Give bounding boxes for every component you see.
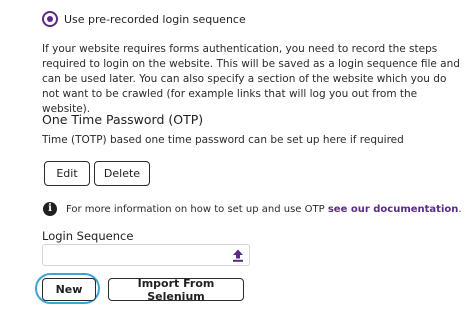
login-sequence-file-field[interactable] xyxy=(42,244,250,266)
import-from-selenium-button[interactable]: Import From Selenium xyxy=(108,277,244,303)
otp-info-suffix: . xyxy=(458,204,462,215)
login-sequence-label: Login Sequence xyxy=(42,229,134,243)
radio-selected-dot xyxy=(47,16,53,22)
login-sequence-radio-label[interactable]: Use pre-recorded login sequence xyxy=(64,12,246,27)
info-icon: i xyxy=(43,202,57,216)
otp-info-text: For more information on how to set up an… xyxy=(66,203,462,216)
edit-otp-button[interactable]: Edit xyxy=(44,161,90,186)
otp-section-title: One Time Password (OTP) xyxy=(42,112,204,127)
documentation-link[interactable]: see our documentation xyxy=(328,204,459,215)
login-sequence-radio[interactable] xyxy=(42,11,58,27)
upload-icon[interactable] xyxy=(232,249,244,262)
otp-info-message: For more information on how to set up an… xyxy=(66,204,328,215)
otp-section-description: Time (TOTP) based one time password can … xyxy=(42,134,404,146)
login-sequence-description: If your website requires forms authentic… xyxy=(42,43,460,115)
delete-otp-button[interactable]: Delete xyxy=(94,161,150,186)
new-login-sequence-button[interactable]: New xyxy=(42,278,96,301)
